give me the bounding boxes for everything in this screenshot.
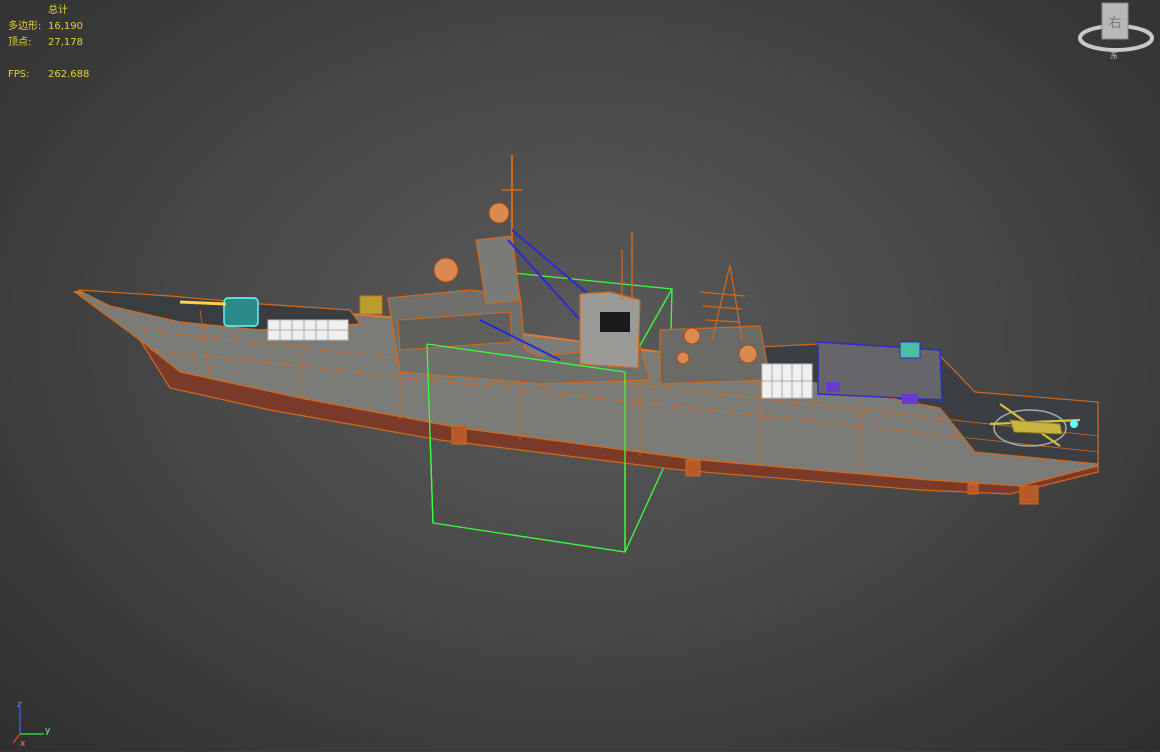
axis-z-label: z (17, 700, 22, 710)
perspective-viewport[interactable] (0, 0, 1160, 751)
viewcube-face-label: 右 (1108, 16, 1121, 31)
axis-y-label: y (45, 726, 51, 736)
viewcube[interactable]: 右 东 (1074, 0, 1160, 62)
axis-tripod-icon: z y x (10, 700, 60, 749)
axis-x-label: x (20, 739, 26, 748)
viewcube-compass-label: 东 (1110, 50, 1118, 60)
ship-superstructure[interactable] (387, 155, 943, 401)
